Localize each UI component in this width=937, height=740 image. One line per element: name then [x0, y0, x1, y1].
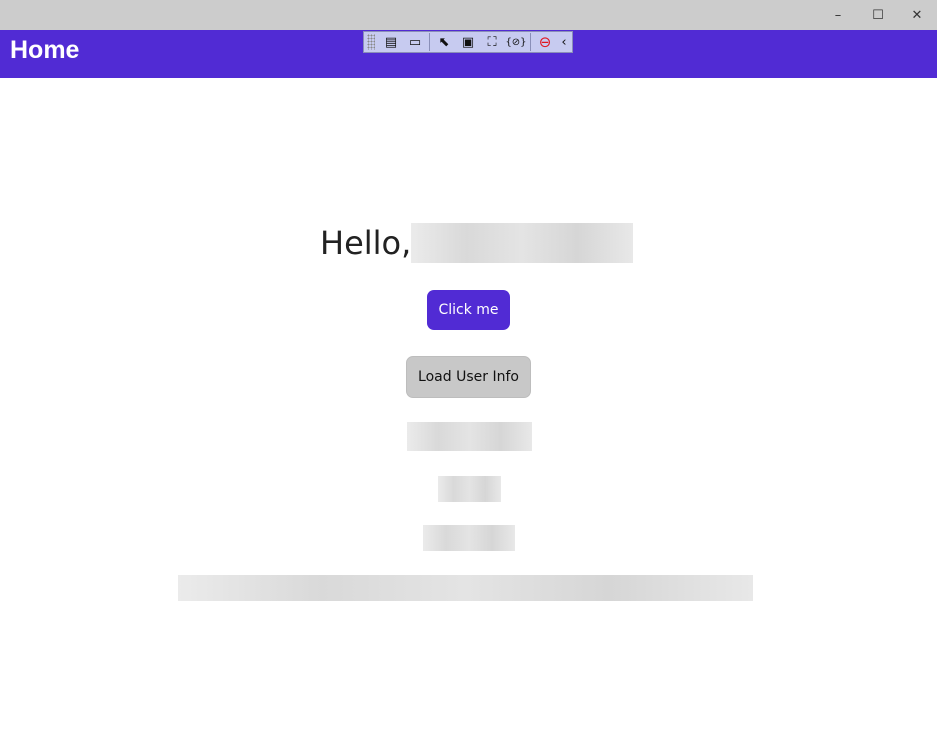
- maximize-button[interactable]: ☐: [858, 0, 898, 30]
- display-layout-adorners-icon[interactable]: ▣: [456, 32, 480, 52]
- close-button[interactable]: ✕: [897, 0, 937, 30]
- collapse-icon[interactable]: ‹: [557, 32, 571, 52]
- record-icon[interactable]: ▭: [403, 32, 427, 52]
- page-title: Home: [10, 36, 80, 64]
- debug-toolbar: ▤ ▭ ⬉ ▣ ⛶ {⊘} ⊖ ‹: [363, 31, 573, 53]
- live-visual-tree-icon[interactable]: ▤: [379, 32, 403, 52]
- redacted-text: [407, 422, 532, 451]
- redacted-username: [411, 223, 634, 263]
- track-focus-icon[interactable]: ⛶: [480, 32, 504, 52]
- redacted-text: [423, 525, 515, 551]
- hot-reload-stop-icon[interactable]: ⊖: [533, 32, 557, 52]
- greeting-label: Hello,: [320, 224, 412, 262]
- window-titlebar: – ☐ ✕: [0, 0, 937, 30]
- select-element-icon[interactable]: ⬉: [432, 32, 456, 52]
- load-user-info-button[interactable]: Load User Info: [406, 356, 531, 398]
- minimize-button[interactable]: –: [818, 0, 858, 30]
- divider: [530, 33, 531, 51]
- divider: [429, 33, 430, 51]
- redacted-text: [438, 476, 501, 502]
- binding-failures-icon[interactable]: {⊘}: [504, 32, 528, 52]
- redacted-text: [178, 575, 753, 601]
- grip-handle[interactable]: [367, 34, 375, 50]
- greeting: Hello,: [320, 223, 634, 263]
- click-me-button[interactable]: Click me: [427, 290, 510, 330]
